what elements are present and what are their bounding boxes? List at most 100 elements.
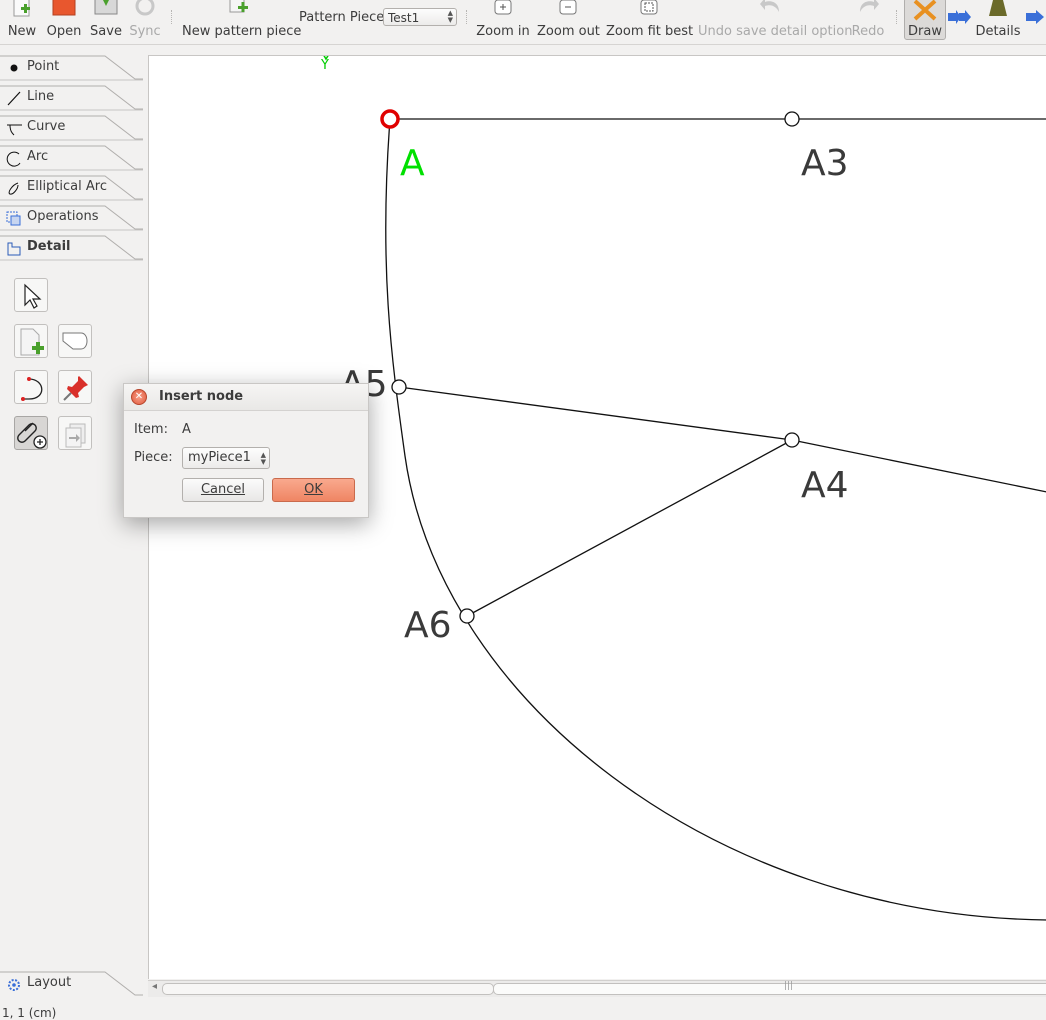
tab-operations-label: Operations: [27, 209, 99, 224]
y-axis-arrow: [323, 56, 329, 61]
new-button[interactable]: New: [4, 0, 40, 44]
point-a6-label[interactable]: A6: [404, 608, 452, 644]
point-a6-marker[interactable]: [459, 608, 475, 624]
zoom-out-button[interactable]: Zoom out: [537, 0, 600, 44]
new-pattern-piece-icon: [229, 0, 248, 13]
zoom-in-label: Zoom in: [476, 24, 530, 39]
point-icon: [10, 64, 18, 72]
add-detail-icon: [20, 328, 44, 356]
tab-arc-label: Arc: [27, 149, 49, 164]
open-folder-icon: [52, 0, 76, 16]
draw-mode-button[interactable]: Draw: [904, 0, 946, 40]
line-icon: [7, 91, 21, 106]
path-tool-button[interactable]: [14, 370, 48, 404]
pointer-tool-button[interactable]: [14, 278, 48, 312]
tab-arc[interactable]: Arc: [0, 145, 143, 175]
redo-icon: [860, 0, 879, 12]
tab-layout-label: Layout: [27, 975, 72, 990]
pattern-piece-select[interactable]: Test1 ▲ ▼: [383, 8, 457, 26]
tab-elliptical-arc-label: Elliptical Arc: [27, 179, 107, 194]
point-a4-marker[interactable]: [784, 432, 800, 448]
main-toolbar: New Open Save Sync New pattern piece Pat…: [0, 0, 1046, 45]
insert-node-tool-button[interactable]: [14, 416, 48, 450]
item-label: Item:: [134, 422, 168, 437]
point-a4-label[interactable]: A4: [801, 468, 849, 504]
layout-arrow-icon: [1026, 10, 1044, 24]
undo-label: Undo save detail option: [698, 24, 853, 39]
mode-arrow-icon: [948, 10, 971, 24]
cursor-arrow-icon: [24, 283, 42, 309]
cancel-button[interactable]: Cancel: [182, 478, 264, 502]
tab-point[interactable]: Point: [0, 55, 143, 85]
redo-label: Redo: [851, 24, 885, 39]
zoom-in-icon: [494, 0, 512, 15]
redo-button[interactable]: Redo: [848, 0, 888, 44]
scrollbar-thumb[interactable]: [493, 983, 1046, 995]
grip-icon: |||: [784, 981, 794, 991]
curve-outline[interactable]: [385, 118, 1046, 921]
sync-icon: [135, 0, 155, 16]
piece-select[interactable]: myPiece1 ▲ ▼: [182, 447, 270, 469]
zoom-fit-best-button[interactable]: Zoom fit best: [606, 0, 694, 44]
zoom-in-button[interactable]: Zoom in: [476, 0, 530, 44]
save-label: Save: [90, 24, 122, 39]
arc-icon: [6, 151, 21, 167]
line-a4-a6[interactable]: [466, 439, 793, 617]
tab-line[interactable]: Line: [0, 85, 143, 115]
union-tool-button[interactable]: [58, 324, 92, 358]
draw-label: Draw: [908, 24, 942, 39]
dialog-titlebar[interactable]: ✕ Insert node: [124, 384, 368, 411]
details-mode-button[interactable]: Details: [974, 0, 1022, 44]
spin-arrows-icon: ▲ ▼: [447, 9, 453, 24]
toolbar-separator: [896, 10, 899, 24]
detail-icon: [7, 242, 21, 256]
line-a5-a4[interactable]: [398, 386, 793, 441]
tab-elliptical-arc[interactable]: Elliptical Arc: [0, 175, 143, 205]
save-button[interactable]: Save: [89, 0, 123, 44]
new-pattern-piece-label: New pattern piece: [182, 24, 302, 39]
detail-shape-icon: [62, 332, 88, 350]
point-a3-marker[interactable]: [784, 111, 800, 127]
tab-point-label: Point: [27, 59, 60, 74]
tab-curve[interactable]: Curve: [0, 115, 143, 145]
point-a-marker[interactable]: [380, 109, 400, 129]
zoom-fit-best-label: Zoom fit best: [606, 24, 694, 39]
tab-detail[interactable]: Detail: [0, 235, 143, 265]
ok-button[interactable]: OK: [272, 478, 355, 502]
tab-operations[interactable]: Operations: [0, 205, 143, 235]
tab-detail-label: Detail: [27, 239, 71, 254]
new-detail-tool-button[interactable]: [14, 324, 48, 358]
tab-layout[interactable]: Layout: [0, 971, 143, 1001]
zoom-fit-best-icon: [640, 0, 658, 15]
insert-node-icon: [17, 422, 47, 449]
sync-label: Sync: [129, 24, 161, 39]
point-a5-marker[interactable]: [391, 379, 407, 395]
point-a-label[interactable]: A: [400, 146, 425, 182]
horizontal-scrollbar[interactable]: ◂ |||: [148, 980, 1046, 997]
elliptical-arc-icon: [8, 182, 19, 195]
open-button[interactable]: Open: [44, 0, 84, 44]
pattern-piece-label: Pattern Piece:: [299, 10, 389, 25]
toolbar-separator: [466, 10, 469, 24]
save-icon: [94, 0, 118, 15]
duplicate-detail-tool-button[interactable]: [58, 416, 92, 450]
pin-tool-button[interactable]: [58, 370, 92, 404]
piece-label: Piece:: [134, 450, 173, 465]
new-pattern-piece-button[interactable]: New pattern piece: [182, 0, 302, 44]
item-value: A: [182, 422, 191, 437]
scroll-left-icon[interactable]: ◂: [152, 981, 157, 992]
layout-gear-icon: [8, 979, 20, 991]
tool-sidebar: Point Line Curve Arc Elliptical Arc Oper…: [0, 55, 148, 1019]
zoom-out-icon: [559, 0, 577, 15]
details-dress-icon: [989, 0, 1007, 16]
tab-curve-label: Curve: [27, 119, 66, 134]
pin-icon: [63, 376, 88, 401]
sync-button[interactable]: Sync: [128, 0, 162, 44]
undo-icon: [760, 0, 779, 12]
cancel-label: Cancel: [200, 482, 246, 497]
open-label: Open: [46, 24, 82, 39]
undo-button[interactable]: Undo save detail option: [698, 0, 853, 44]
point-a3-label[interactable]: A3: [801, 146, 849, 182]
close-icon[interactable]: ✕: [131, 389, 147, 405]
status-bar: 1, 1 (cm): [2, 1006, 57, 1020]
